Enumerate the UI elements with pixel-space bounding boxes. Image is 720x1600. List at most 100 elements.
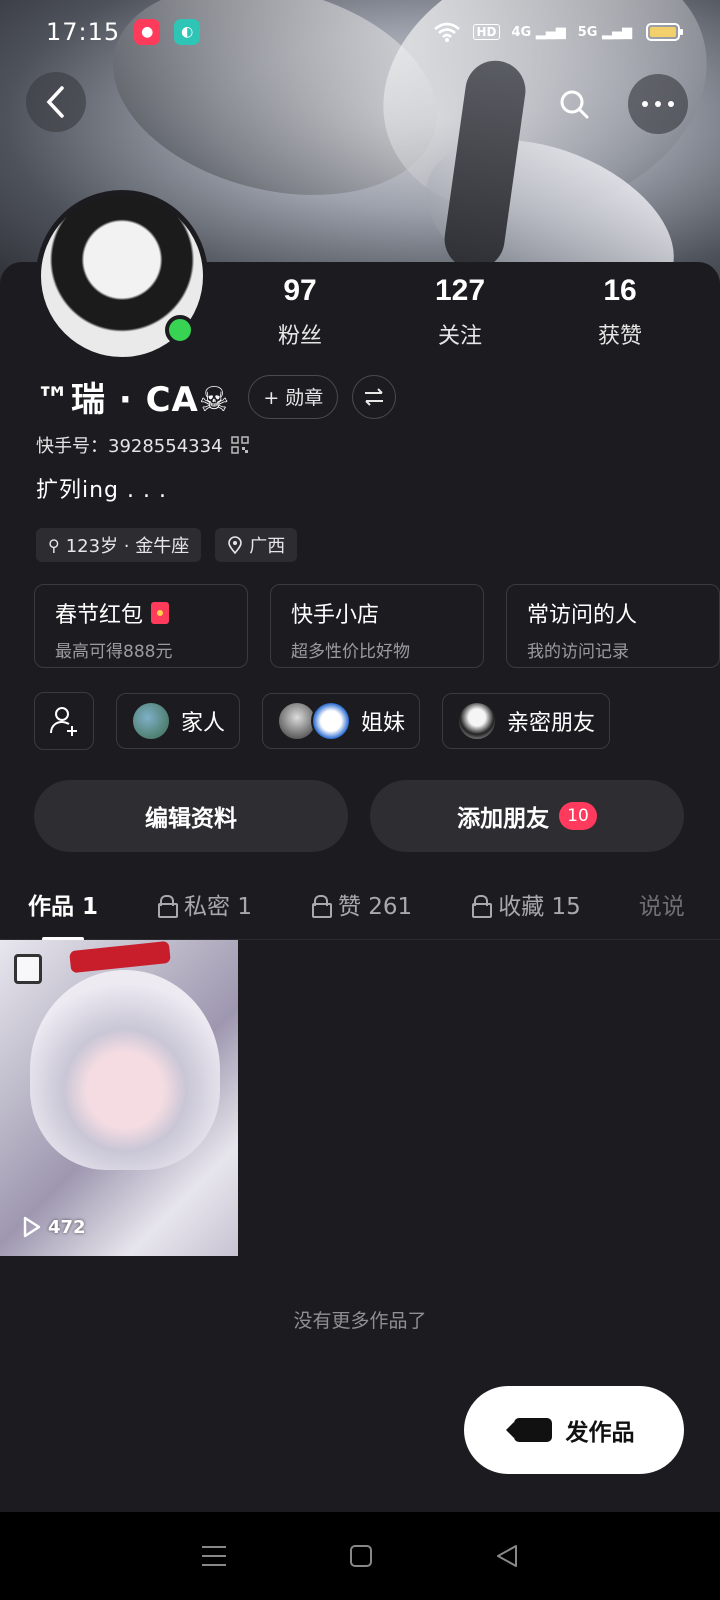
tab-posts[interactable]: 说说 xyxy=(639,887,685,921)
chevron-left-icon xyxy=(46,86,64,118)
stat-likes[interactable]: 16 获赞 xyxy=(540,274,700,350)
kuaishou-id[interactable]: 快手号：3928554334 xyxy=(36,432,249,458)
add-group-button[interactable] xyxy=(34,692,94,750)
avatar xyxy=(131,701,171,741)
stat-following[interactable]: 127 关注 xyxy=(380,274,540,350)
wifi-icon xyxy=(434,22,461,42)
net-4g-label: 4G xyxy=(511,24,532,40)
hd-icon: HD xyxy=(473,24,500,40)
feature-cards: 春节红包 最高可得888元 快手小店 超多性价比好物 常访问的人 我的访问记录 xyxy=(34,584,720,668)
group-label: 家人 xyxy=(181,711,226,736)
switch-account-button[interactable] xyxy=(352,374,397,419)
card-frequent-visitors[interactable]: 常访问的人 我的访问记录 xyxy=(506,584,720,668)
edit-profile-button[interactable]: 编辑资料 xyxy=(34,780,348,852)
tab-favorites[interactable]: 收藏 15 xyxy=(472,887,581,921)
avatar[interactable] xyxy=(36,190,208,362)
group-label: 亲密朋友 xyxy=(507,711,596,736)
profile-actions: 编辑资料 添加朋友 10 xyxy=(34,780,684,852)
publish-button[interactable]: 发作品 xyxy=(464,1386,684,1474)
search-icon xyxy=(560,90,589,119)
thumbnail-image xyxy=(30,970,220,1170)
search-button[interactable] xyxy=(546,76,602,132)
qr-code-icon[interactable] xyxy=(230,436,249,454)
tab-label: 私密 1 xyxy=(184,893,252,920)
lock-icon xyxy=(158,894,179,918)
no-more-works-text: 没有更多作品了 xyxy=(293,1310,427,1332)
image-type-icon xyxy=(14,954,42,984)
card-subtitle: 超多性价比好物 xyxy=(291,642,410,662)
card-subtitle: 最高可得888元 xyxy=(55,642,173,662)
card-spring-red-packet[interactable]: 春节红包 最高可得888元 xyxy=(34,584,248,668)
add-user-icon xyxy=(50,707,77,736)
location-icon xyxy=(228,536,243,554)
nickname-row: ™瑞 · CA☠ + 勋章 xyxy=(36,372,397,421)
stat-value: 127 xyxy=(434,274,486,307)
add-badge-button[interactable]: + 勋章 xyxy=(248,374,339,419)
tab-liked[interactable]: 赞 261 xyxy=(311,887,413,921)
nickname: ™瑞 · CA☠ xyxy=(36,380,231,420)
net-5g-label: 5G xyxy=(577,24,598,40)
group-sisters[interactable]: 姐妹 xyxy=(262,693,421,749)
work-thumbnail[interactable]: 472 xyxy=(0,940,238,1256)
friend-groups: 家人 姐妹 亲密朋友 xyxy=(34,692,611,750)
camera-icon xyxy=(505,1418,552,1442)
publish-label: 发作品 xyxy=(565,1420,635,1446)
thumbnail-image-detail xyxy=(69,940,171,974)
stat-label: 获赞 xyxy=(597,324,642,349)
avatar xyxy=(311,701,352,741)
friend-request-badge: 10 xyxy=(559,802,597,830)
content-tabs: 作品 1 私密 1 赞 261 收藏 15 说说 xyxy=(0,868,720,941)
add-friend-button[interactable]: 添加朋友 10 xyxy=(370,780,684,852)
menu-icon[interactable] xyxy=(201,1545,227,1567)
tag-text: 123岁 · 金牛座 xyxy=(65,536,190,557)
back-button[interactable] xyxy=(26,72,86,132)
card-subtitle: 我的访问记录 xyxy=(527,642,629,662)
signal-5g-icon: 5G ▂▄▆ xyxy=(577,24,632,40)
card-title: 常访问的人 xyxy=(527,603,638,628)
status-bar: 17:15 ● ◐ HD 4G ▂▄▆ 5G ▂▄▆ xyxy=(0,0,720,64)
tab-label: 收藏 15 xyxy=(498,893,581,920)
more-dots-icon xyxy=(642,101,674,107)
profile-stats: 97 粉丝 127 关注 16 获赞 xyxy=(220,274,700,350)
stat-label: 关注 xyxy=(437,324,482,349)
stat-label: 粉丝 xyxy=(277,324,322,349)
avatar xyxy=(457,701,498,741)
age-tag: ⚲ 123岁 · 金牛座 xyxy=(36,528,202,562)
online-status-dot xyxy=(165,315,195,345)
profile-tags: ⚲ 123岁 · 金牛座 广西 xyxy=(36,528,298,562)
kuaishou-id-text: 快手号：3928554334 xyxy=(36,436,223,457)
card-shop[interactable]: 快手小店 超多性价比好物 xyxy=(270,584,484,668)
play-count-value: 472 xyxy=(48,1216,86,1238)
tab-label: 赞 261 xyxy=(337,893,413,920)
add-friend-label: 添加朋友 xyxy=(457,806,550,832)
swap-icon xyxy=(365,387,384,406)
group-label: 姐妹 xyxy=(361,711,406,736)
red-envelope-icon xyxy=(151,602,170,624)
bio: 扩列ing . . . xyxy=(36,478,167,503)
home-icon[interactable] xyxy=(349,1544,373,1568)
tag-text: 广西 xyxy=(249,536,286,557)
lock-icon xyxy=(311,894,332,918)
back-nav-icon[interactable] xyxy=(495,1544,519,1568)
lock-icon xyxy=(472,894,493,918)
stat-value: 16 xyxy=(603,274,637,307)
location-tag: 广西 xyxy=(215,528,298,562)
play-count: 472 xyxy=(22,1216,86,1238)
more-button[interactable] xyxy=(628,74,688,134)
battery-icon xyxy=(646,23,683,41)
group-family[interactable]: 家人 xyxy=(116,693,241,749)
tab-label: 说说 xyxy=(638,893,685,920)
chat-notification-icon: ◐ xyxy=(174,19,201,45)
card-title: 快手小店 xyxy=(291,603,380,628)
tab-works[interactable]: 作品 1 xyxy=(28,887,99,941)
stat-value: 97 xyxy=(283,274,317,307)
stat-followers[interactable]: 97 粉丝 xyxy=(220,274,380,350)
play-icon xyxy=(23,1216,41,1238)
group-close-friends[interactable]: 亲密朋友 xyxy=(442,693,611,749)
status-time: 17:15 xyxy=(46,18,121,46)
signal-4g-icon: 4G ▂▄▆ xyxy=(511,24,566,40)
system-nav-bar xyxy=(0,1512,720,1600)
tab-private[interactable]: 私密 1 xyxy=(158,887,252,921)
card-title: 春节红包 xyxy=(55,603,144,628)
tab-label: 作品 1 xyxy=(28,893,99,920)
